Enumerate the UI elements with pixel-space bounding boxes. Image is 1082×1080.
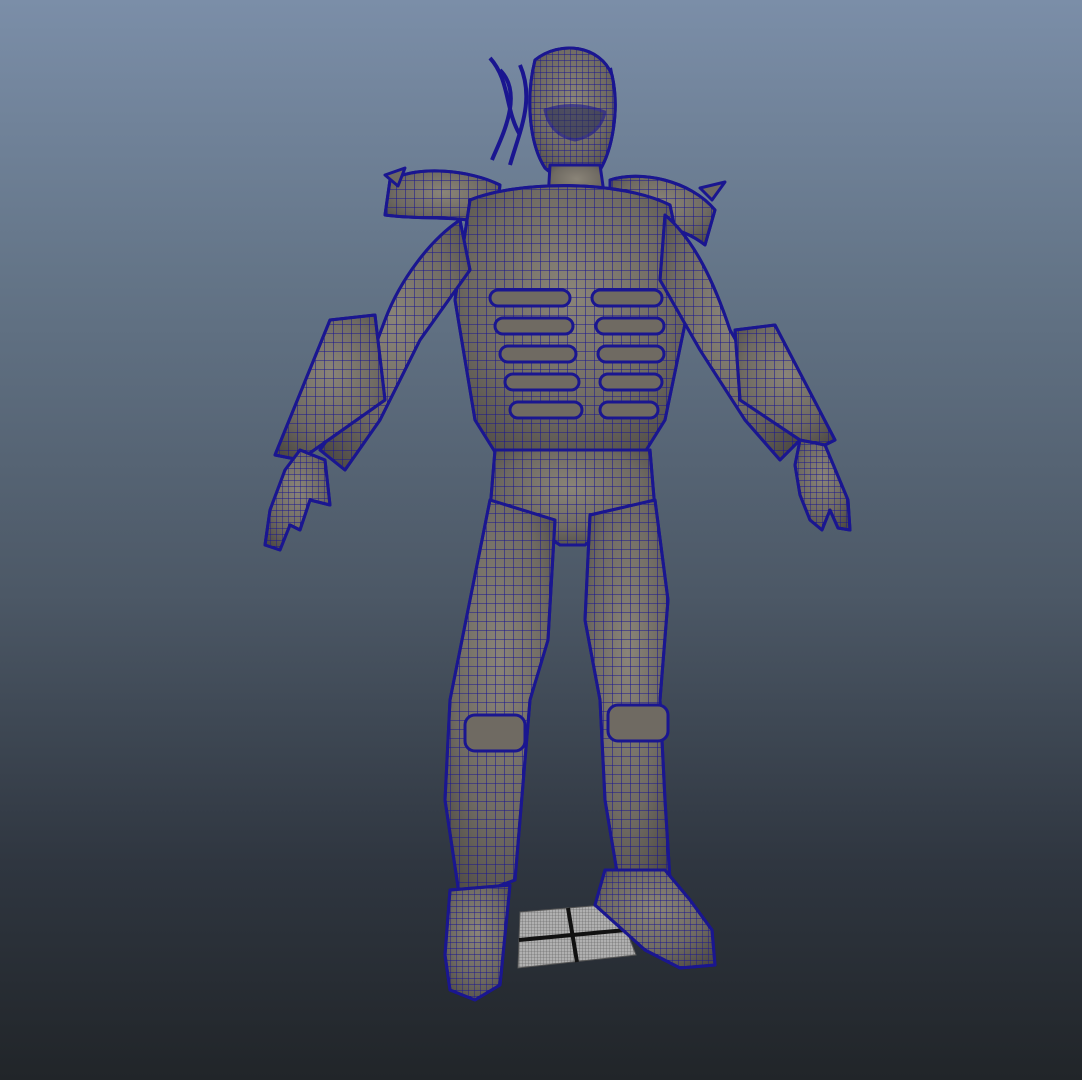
foot-left — [443, 883, 512, 1002]
torso — [453, 184, 692, 462]
hand-left — [263, 448, 332, 552]
hand-right — [793, 438, 852, 532]
arm-right — [658, 213, 837, 462]
3d-viewport[interactable] — [0, 0, 1082, 1080]
leg-left — [443, 498, 557, 902]
arm-left — [273, 218, 472, 472]
leg-right — [583, 498, 672, 892]
viewport-scene[interactable] — [0, 0, 1082, 1080]
head — [528, 46, 617, 181]
character-mesh[interactable] — [263, 46, 852, 1002]
